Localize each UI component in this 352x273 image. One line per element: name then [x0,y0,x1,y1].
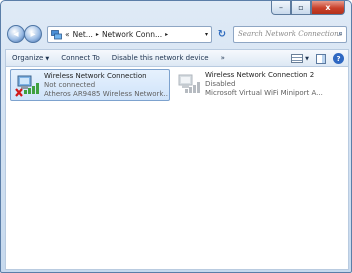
view-list-icon [291,54,304,63]
organize-button[interactable]: Organize ▼ [6,54,55,62]
list-item-wireless-network-connection-2[interactable]: Wireless Network Connection 2 Disabled M… [172,69,332,101]
address-bar[interactable]: « Net... ▸ Network Conn... ▸ ▾ [47,26,212,43]
navigation-row: ◂ ▸ « Net... ▸ Network Conn... ▸ ▾ ↻ Sea… [5,23,349,45]
maximize-button[interactable]: ▫ [291,1,311,15]
close-button[interactable]: x [311,1,345,15]
breadcrumb-separator-icon[interactable]: ▸ [96,31,99,38]
wireless-adapter-icon [178,74,200,93]
connection-status: Not connected [44,81,96,89]
connect-to-button[interactable]: Connect To [55,54,106,62]
command-bar: Organize ▼ Connect To Disable this networ… [5,49,349,67]
caption-buttons: – ▫ x [271,1,345,15]
search-input[interactable]: Search Network Connections ⌕ [233,26,347,43]
help-icon[interactable]: ? [333,53,344,64]
item-text: Wireless Network Connection Not connecte… [44,72,168,99]
more-commands-button[interactable]: » [215,54,231,62]
back-arrow-icon: ◂ [13,28,19,40]
change-view-button[interactable]: ▼ [291,54,309,63]
minimize-button[interactable]: – [271,1,291,15]
back-button[interactable]: ◂ [7,25,25,43]
explorer-window: – ▫ x ◂ ▸ « Net... ▸ Network Conn... ▸ ▾… [0,0,352,273]
connection-adapter: Atheros AR9485 Wireless Network... [44,90,168,98]
chevron-down-icon: ▼ [305,55,309,62]
breadcrumb-network[interactable]: Net... [73,30,93,39]
connections-list: Wireless Network Connection Not connecte… [5,67,349,270]
search-placeholder: Search Network Connections [238,30,343,38]
refresh-icon: ↻ [217,29,227,40]
toolbar-right-group: ▼ ? [291,51,344,66]
disable-device-button[interactable]: Disable this network device [106,54,215,62]
red-x-icon [15,88,23,97]
search-icon[interactable]: ⌕ [338,29,343,39]
address-overflow[interactable]: « [65,30,70,39]
item-text: Wireless Network Connection 2 Disabled M… [205,71,329,98]
wireless-adapter-icon [15,75,39,97]
chevron-down-icon: ▼ [45,56,50,62]
refresh-button[interactable]: ↻ [214,26,230,43]
address-dropdown-icon[interactable]: ▾ [205,31,208,38]
connection-name: Wireless Network Connection 2 [205,71,315,79]
list-item-wireless-network-connection[interactable]: Wireless Network Connection Not connecte… [10,69,170,101]
breadcrumb-network-connections[interactable]: Network Conn... [102,30,162,39]
network-folder-icon [51,29,62,39]
forward-arrow-icon: ▸ [30,28,36,40]
breadcrumb-separator-icon[interactable]: ▸ [165,31,168,38]
preview-pane-icon[interactable] [316,53,326,64]
connection-status: Disabled [205,80,236,88]
connection-adapter: Microsoft Virtual WiFi Miniport A... [205,89,323,97]
forward-button[interactable]: ▸ [24,25,42,43]
organize-label: Organize [12,54,44,62]
connection-name: Wireless Network Connection [44,72,147,80]
